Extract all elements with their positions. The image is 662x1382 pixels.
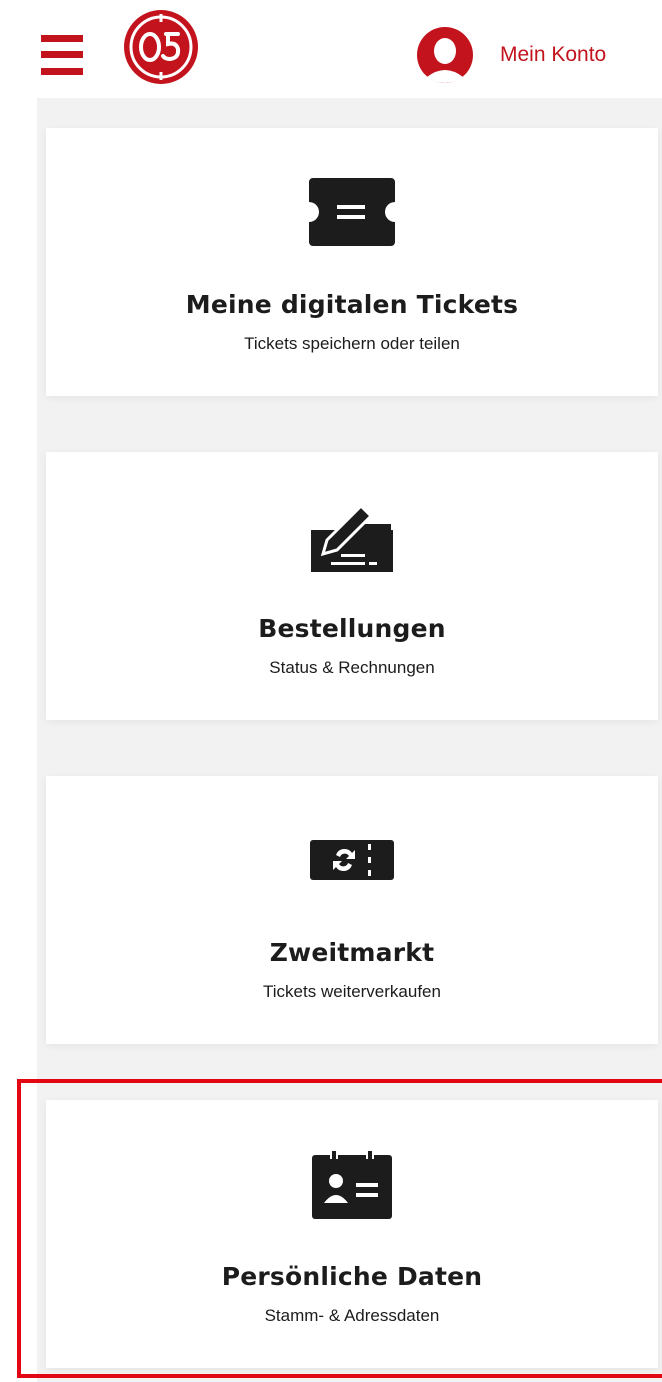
card-orders[interactable]: Bestellungen Status & Rechnungen [46, 452, 658, 720]
card-personal-data[interactable]: Persönliche Daten Stamm- & Adressdaten [46, 1100, 658, 1368]
card-title: Bestellungen [258, 614, 446, 643]
card-subtitle: Tickets speichern oder teilen [244, 334, 460, 353]
ticket-resale-icon [308, 824, 396, 896]
account-label: Mein Konto [500, 43, 607, 66]
card-title: Zweitmarkt [269, 938, 435, 967]
card-digital-tickets[interactable]: Meine digitalen Tickets Tickets speicher… [46, 128, 658, 396]
card-subtitle: Status & Rechnungen [269, 658, 435, 677]
account-link[interactable]: Mein Konto [417, 27, 606, 83]
card-secondary-market[interactable]: Zweitmarkt Tickets weiterverkaufen [46, 776, 658, 1044]
card-subtitle: Stamm- & Adressdaten [264, 1306, 440, 1325]
mainz-05-logo[interactable] [122, 8, 200, 86]
card-title: Meine digitalen Tickets [185, 290, 519, 319]
ticket-icon [308, 176, 396, 248]
hamburger-menu-icon[interactable] [41, 35, 83, 75]
user-avatar-icon [417, 27, 473, 83]
app-header: Mein Konto [0, 0, 662, 98]
card-subtitle: Tickets weiterverkaufen [263, 982, 441, 1001]
card-title: Persönliche Daten [221, 1262, 483, 1291]
id-card-icon [308, 1148, 396, 1220]
signature-icon [308, 500, 396, 572]
